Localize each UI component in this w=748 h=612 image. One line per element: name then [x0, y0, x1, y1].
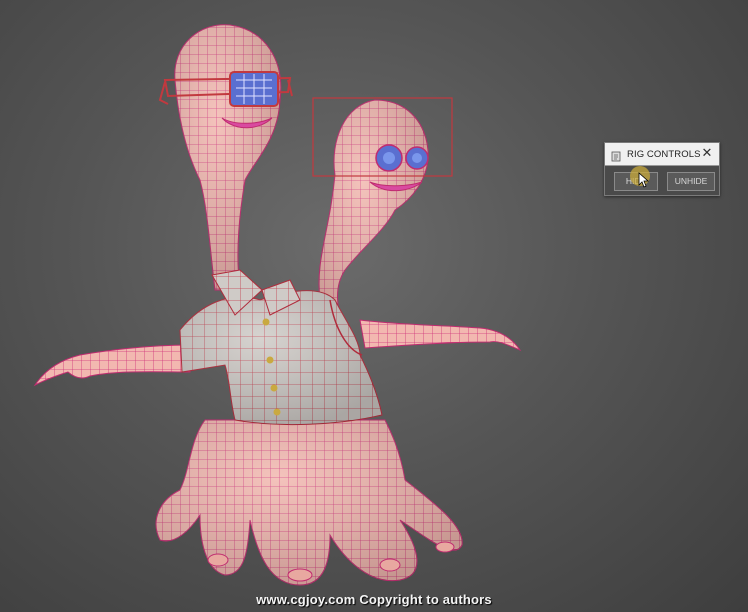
left-head: [158, 24, 293, 291]
hand-base: [155, 419, 463, 586]
script-icon: [611, 149, 622, 161]
unhide-button[interactable]: UNHIDE: [667, 172, 715, 191]
panel-titlebar[interactable]: RIG CONTROLS ✕: [605, 143, 719, 166]
character-model: [33, 24, 522, 586]
mouse-cursor-icon: [638, 172, 650, 188]
close-icon[interactable]: ✕: [700, 146, 714, 160]
right-head: [312, 97, 453, 331]
watermark: www.cgjoy.com Copyright to authors: [256, 592, 492, 607]
shirt: [179, 269, 383, 426]
rig-controls-panel: RIG CONTROLS ✕ HIDE UNHIDE: [604, 142, 720, 196]
3d-viewport[interactable]: [0, 0, 748, 612]
left-arm: [33, 344, 191, 387]
right-arm: [359, 319, 522, 352]
panel-title: RIG CONTROLS: [627, 148, 701, 160]
